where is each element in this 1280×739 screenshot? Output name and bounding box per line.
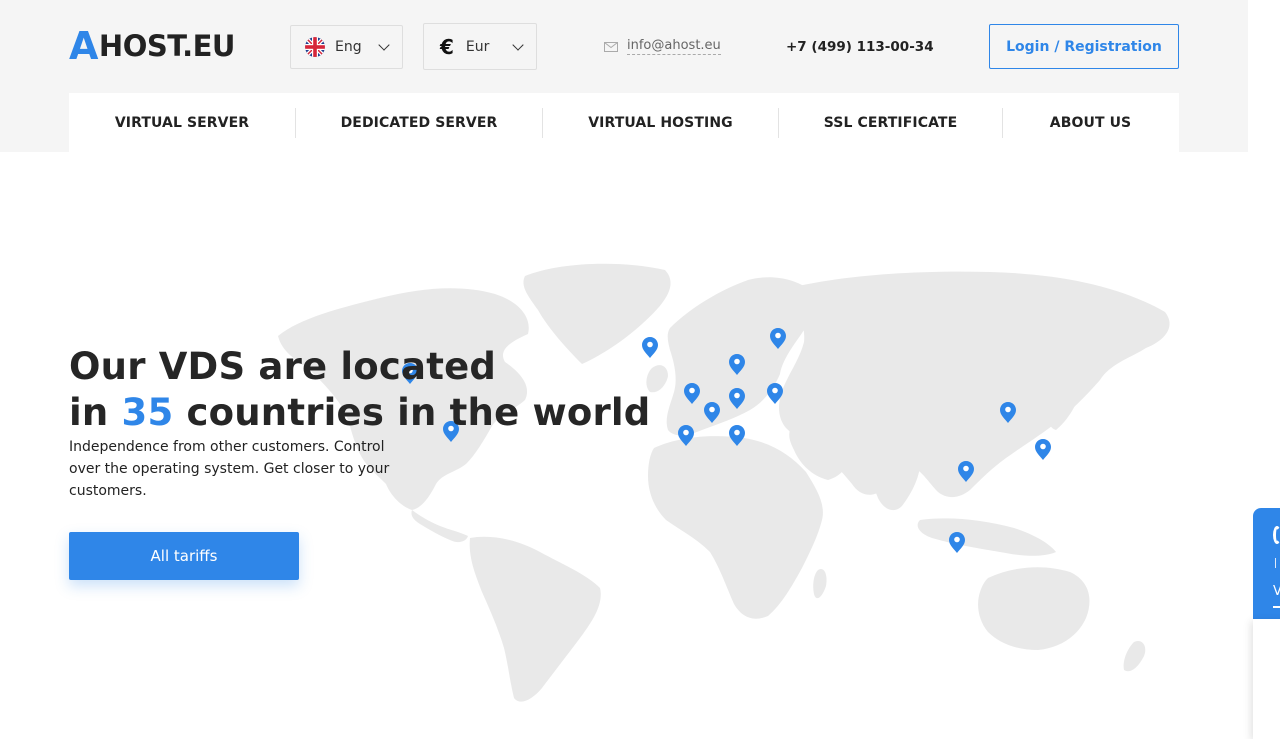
nav-item-virtual-server[interactable]: VIRTUAL SERVER [69,93,295,152]
rocket-icon [1275,558,1280,568]
map-south-america [469,536,601,702]
hero-title-line1: Our VDS are located [69,345,497,388]
map-india [869,441,921,511]
logo[interactable]: A HOST.EU [69,24,236,68]
map-central-america [411,510,468,543]
nav-item-about-us[interactable]: ABOUT US [1003,93,1178,152]
hero-title-prefix: in [69,391,122,434]
currency-value: Eur [465,38,490,55]
side-widget-body [1253,619,1280,739]
hero-title-suffix: countries in the world [173,391,651,434]
chevron-down-icon [378,39,390,51]
language-value: Eng [335,39,362,55]
map-madagascar [813,568,827,599]
language-select[interactable]: Eng [290,25,403,69]
chevron-down-icon [512,38,524,51]
phone-number[interactable]: +7 (499) 113-00-34 [786,38,934,56]
side-contact-widget[interactable]: V [1253,508,1280,739]
hero-description: Independence from other customers. Contr… [69,439,390,499]
nav-item-dedicated-server[interactable]: DEDICATED SERVER [296,93,542,152]
mail-icon [604,41,618,52]
logo-letter: A [69,24,98,68]
world-map [278,263,1170,702]
euro-icon: € [440,34,454,59]
map-new-zealand [1123,640,1146,672]
map-africa [648,436,823,619]
uk-flag-icon [305,37,325,57]
hero-title: Our VDS are located in 35 countries in t… [69,344,650,436]
side-widget-underline [1273,606,1280,608]
currency-select[interactable]: € Eur [423,23,537,70]
hero-country-count: 35 [121,391,174,434]
map-australia [978,567,1090,650]
main-nav: VIRTUAL SERVER DEDICATED SERVER VIRTUAL … [69,93,1179,152]
all-tariffs-button[interactable]: All tariffs [69,532,299,580]
side-widget-header: V [1253,508,1280,619]
email-text: info@ahost.eu [627,38,721,55]
chat-icon [1273,526,1280,544]
side-widget-text: V [1273,584,1280,599]
hero-title-line2: in 35 countries in the world [69,390,650,436]
email-link[interactable]: info@ahost.eu [604,38,721,55]
map-indonesia [917,518,1056,556]
logo-text: HOST.EU [98,29,236,63]
nav-item-ssl-certificate[interactable]: SSL CERTIFICATE [779,93,1002,152]
nav-item-virtual-hosting[interactable]: VIRTUAL HOSTING [543,93,778,152]
login-registration-button[interactable]: Login / Registration [989,24,1179,69]
